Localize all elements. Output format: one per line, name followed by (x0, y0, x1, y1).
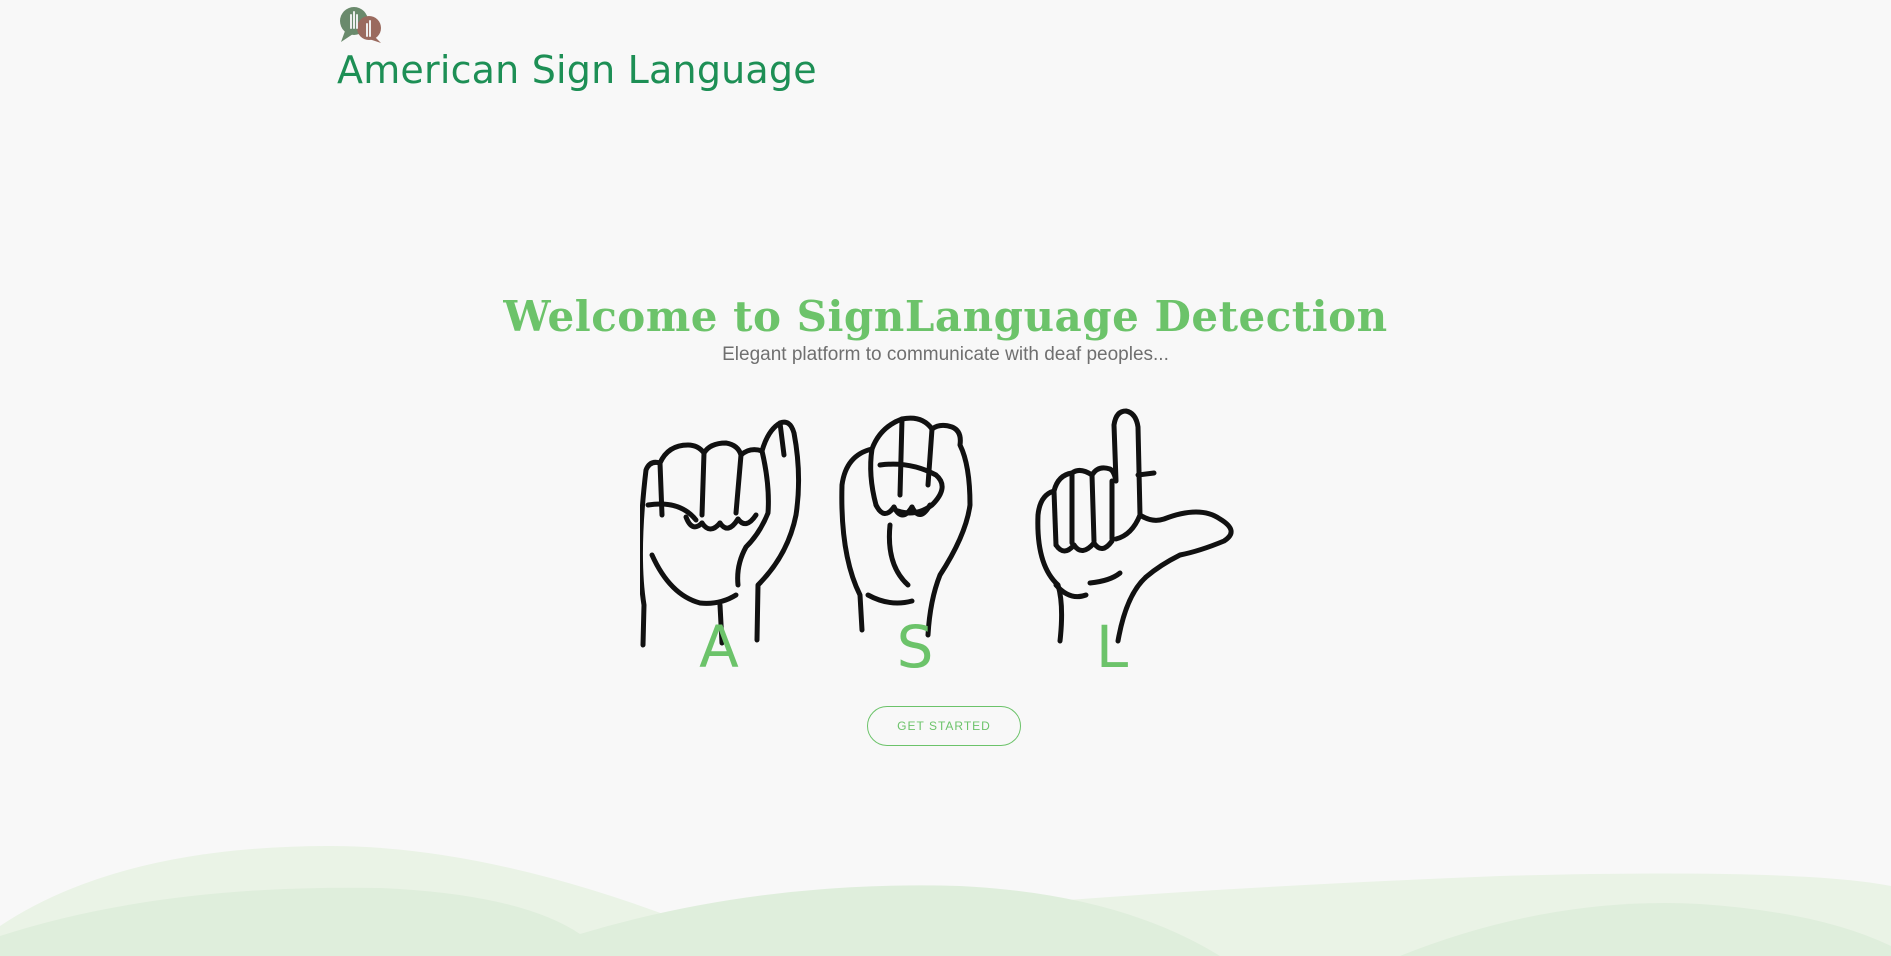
asl-letter-a-hand-icon (640, 419, 802, 648)
sign-letter-s: S (897, 613, 934, 675)
hero-subtitle: Elegant platform to communicate with dea… (722, 344, 1169, 365)
brand-title: American Sign Language (337, 48, 817, 92)
sign-letter-a: A (699, 613, 739, 675)
get-started-button[interactable]: GET STARTED (867, 706, 1021, 746)
hero-title: Welcome to SignLanguage Detection (503, 292, 1388, 341)
asl-hands-illustration: A S L (640, 408, 1234, 675)
asl-letter-s-hand-icon (839, 415, 973, 638)
logo-icon (340, 7, 381, 43)
asl-letter-l-hand-icon (1035, 408, 1234, 644)
decorative-waves (0, 846, 1891, 956)
landing-page: American Sign Language Welcome to SignLa… (0, 0, 1891, 956)
sign-letter-l: L (1096, 613, 1128, 675)
